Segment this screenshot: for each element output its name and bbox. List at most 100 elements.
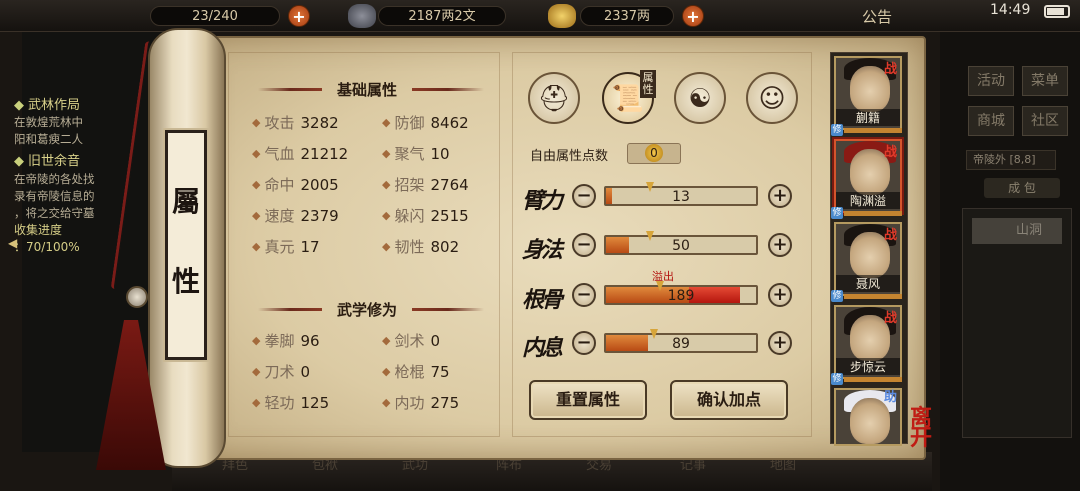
member-role-tag: 战 [884,62,898,77]
skill-sword: ◆ 剑术 0 [382,332,441,350]
stat-speed: ◆ 速度 2379 [252,207,339,225]
silver-icon [348,4,376,28]
quest-line: 在敦煌荒林中 [14,115,83,129]
silver-counter: 2187两2文 [378,6,506,26]
stat-attack: ◆ 攻击 3282 [252,114,339,132]
skill-spear: ◆ 枪棍 75 [382,363,450,381]
minus-button[interactable]: − [572,331,596,355]
attr-constitution-label: 根骨 [522,287,563,313]
skill-blade: ◆ 刀术 0 [252,363,311,381]
free-points-label: 自由属性点数 [530,149,609,164]
member-name: 聂风 [836,275,900,292]
inventory-capacity: 23/240 [150,6,280,26]
gold-icon [548,4,576,28]
attr-agility-label: 身法 [522,237,563,263]
location-cave[interactable]: 山洞 [972,218,1062,244]
quest-title-2[interactable]: ◆ 旧世余音 [14,150,80,169]
heading-ornament [412,308,484,311]
scroll-title-char: 屬 [171,185,200,218]
attr-strength-value: 13 [672,189,690,205]
quest-line: 在帝陵的各处找 [14,172,95,186]
notice-button[interactable]: 公告 [862,6,892,27]
plus-button[interactable]: + [768,184,792,208]
member-badge: 修 [831,124,843,136]
confirm-points-button[interactable]: 确认加点 [670,380,788,420]
member-name: 陶渊溢 [836,192,900,209]
member-name: 步惊云 [836,358,900,375]
plus-button[interactable]: + [768,233,792,257]
stat-dodge: ◆ 躲闪 2515 [382,207,469,225]
member-role-tag: 助 [884,390,898,405]
member-badge: 修 [831,373,843,385]
free-points-value: 0 [645,144,663,162]
heading-ornament [412,88,484,91]
tab-bagua[interactable]: ☯ [674,72,726,124]
stat-parry: ◆ 招架 2764 [382,176,469,194]
heading-ornament [258,88,322,91]
member-role-tag: 战 [884,145,898,160]
collect-progress-label: 收集进度 [14,223,63,237]
hat-icon: ⛑ [537,84,571,114]
meridian-body-icon: ☺ [758,84,786,114]
attr-inner-breath-label: 内息 [522,335,563,361]
attr-strength-label: 臂力 [522,188,563,214]
plus-button[interactable]: + [768,331,792,355]
skill-inner: ◆ 内功 275 [382,394,460,412]
member-hp-bar [844,211,902,216]
skill-lightness: ◆ 轻功 125 [252,394,330,412]
basic-stats-heading: 基础属性 [336,81,397,99]
stat-qi: ◆ 聚气 10 [382,145,450,163]
martial-heading: 武学修为 [336,301,397,319]
menu-button[interactable]: 菜单 [1022,66,1068,96]
battery-icon [1044,5,1070,18]
clock: 14:49 [990,2,1031,18]
attr-agility-bar: 50 [604,235,758,255]
attr-inner-breath-bar: 89 [604,333,758,353]
plus-button[interactable]: + [768,283,792,307]
add-gold-button[interactable]: + [682,5,704,27]
leave-button[interactable]: 离开 [910,407,950,449]
heading-ornament [258,308,322,311]
attr-strength-bar: 13 [604,186,758,206]
location-label: 帝陵外 [8,8] [966,150,1056,170]
shop-button[interactable]: 商城 [968,106,1014,136]
minus-button[interactable]: − [572,283,596,307]
skill-fist: ◆ 拳脚 96 [252,332,320,350]
attr-inner-breath-value: 89 [672,336,690,352]
stat-toughness: ◆ 韧性 802 [382,238,460,256]
minus-button[interactable]: − [572,233,596,257]
stat-hit: ◆ 命中 2005 [252,176,339,194]
quest-line: 阳和葛瘐二人 [14,132,83,146]
gold-counter: 2337两 [580,6,674,26]
member-hp-bar [844,377,902,382]
minus-button[interactable]: − [572,184,596,208]
member-badge: 修 [831,290,843,302]
attr-constitution-value: 189 [667,288,695,304]
attr-constitution-bar: 189 [604,285,758,305]
stat-defense: ◆ 防御 8462 [382,114,469,132]
tassel-bead [126,286,148,308]
community-button[interactable]: 社区 [1022,106,1068,136]
add-capacity-button[interactable]: + [288,5,310,27]
tab-attributes-label: 属性 [640,70,656,98]
member-hp-bar [844,294,902,299]
member-role-tag: 战 [884,311,898,326]
tab-meridians[interactable]: ☺ [746,72,798,124]
attr-agility-value: 50 [672,238,690,254]
quest-line: ，将之交给守墓 [14,206,95,220]
tab-equipment[interactable]: ⛑ [528,72,580,124]
yinyang-icon: ☯ [688,84,712,114]
scroll-title-char: 性 [171,265,200,298]
member-role-tag: 战 [884,228,898,243]
stat-true-essence: ◆ 真元 17 [252,238,320,256]
scroll-title-plaque [165,130,207,360]
member-name: 蒯籍 [836,109,900,126]
stat-hp: ◆ 气血 21212 [252,145,349,163]
member-hp-bar [844,128,902,133]
member-badge: 修 [831,207,843,219]
collect-progress-value: ：70/100% [14,240,80,254]
activity-button[interactable]: 活动 [968,66,1014,96]
reset-attributes-button[interactable]: 重置属性 [529,380,647,420]
bag-button[interactable]: 成 包 [984,178,1060,198]
quest-title-1[interactable]: ◆ 武林作局 [14,94,80,113]
